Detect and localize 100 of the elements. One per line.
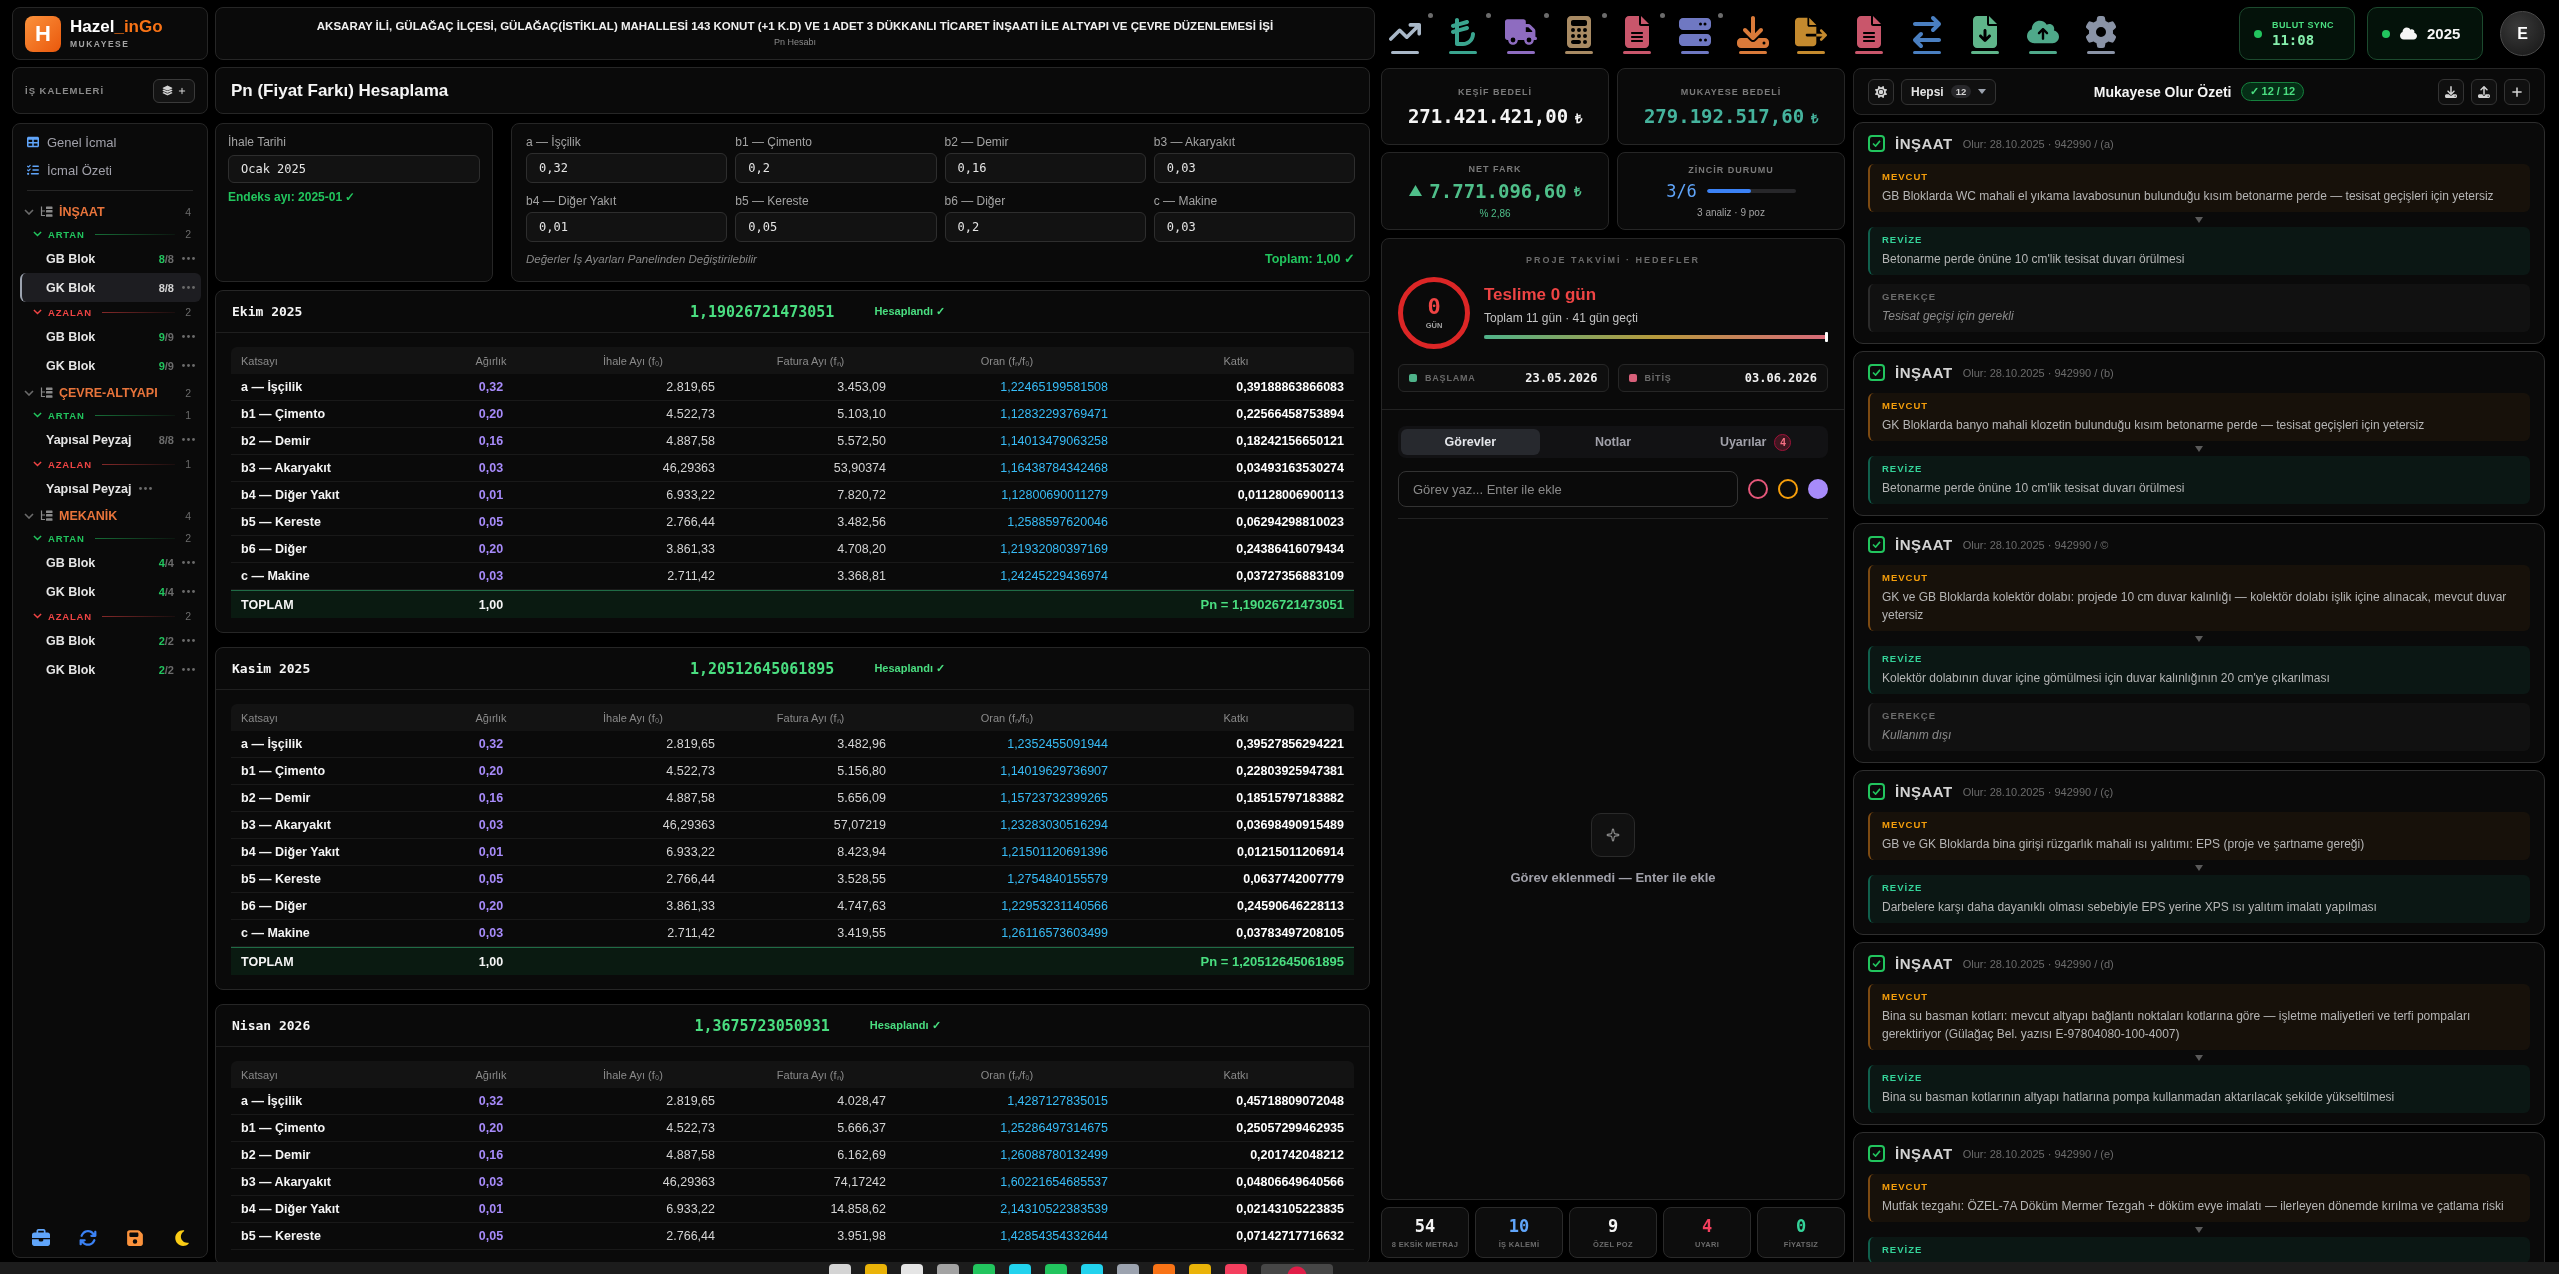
tree-item[interactable]: GB Blok 4/4 <box>20 548 201 577</box>
app-icon[interactable] <box>1045 1264 1067 1274</box>
nav-item[interactable]: İcmal Özeti <box>19 156 201 184</box>
task-input[interactable]: Görev yaz... Enter ile ekle <box>1398 471 1738 507</box>
save-button[interactable] <box>126 1229 144 1247</box>
color-option-icon[interactable] <box>1748 479 1768 499</box>
color-option-icon[interactable] <box>1778 479 1798 499</box>
tree-item[interactable]: GB Blok 9/9 <box>20 322 201 351</box>
table-cell-text: 4.522,73 <box>665 764 716 778</box>
app-icon[interactable] <box>1225 1264 1247 1274</box>
checkbox[interactable] <box>1868 955 1885 972</box>
table-cell-text: 3.453,09 <box>836 380 887 394</box>
chevron-down-icon[interactable] <box>33 412 42 418</box>
chevron-down-icon[interactable] <box>24 208 34 215</box>
color-option-icon[interactable] <box>1808 479 1828 499</box>
checkbox[interactable] <box>1868 364 1885 381</box>
column-header: Katsayı <box>240 354 279 367</box>
app-icon[interactable] <box>937 1264 959 1274</box>
app-icon[interactable] <box>865 1264 887 1274</box>
add-layer-button[interactable] <box>153 78 195 103</box>
table-cell-text: 4.747,63 <box>836 899 887 913</box>
download-button[interactable] <box>2438 78 2464 105</box>
chevron-down-icon[interactable] <box>33 535 42 541</box>
weight-field[interactable]: 0,03 <box>1153 212 1355 242</box>
tree-item[interactable]: GB Blok 2/2 <box>20 626 201 655</box>
checkbox[interactable] <box>1868 1145 1885 1162</box>
year-selector[interactable]: 2025 <box>2367 7 2483 60</box>
table-cell-text: c — Makine <box>240 569 311 583</box>
more-icon[interactable] <box>182 590 195 593</box>
more-icon[interactable] <box>182 561 195 564</box>
weight-field[interactable]: 0,03 <box>1153 153 1355 183</box>
tab[interactable]: Uyarılar 4 <box>1686 429 1825 455</box>
chevron-down-icon[interactable] <box>33 231 42 237</box>
chevron-down-icon[interactable] <box>33 461 42 467</box>
tree-item[interactable]: GB Blok 8/8 <box>20 244 201 273</box>
chevron-down-icon[interactable] <box>24 512 34 519</box>
user-avatar[interactable]: E <box>2500 11 2545 56</box>
theme-button[interactable] <box>173 1229 191 1247</box>
app-icon[interactable] <box>901 1264 923 1274</box>
table-cell-text: 0,45718809072048 <box>1235 1094 1345 1108</box>
app-icon[interactable] <box>1009 1264 1031 1274</box>
app-icon[interactable] <box>1189 1264 1211 1274</box>
table-cell-text: 0,16 <box>477 1148 505 1162</box>
briefcase-button[interactable] <box>32 1229 50 1247</box>
weight-field[interactable]: 0,01 <box>526 212 728 242</box>
nav-item[interactable]: Genel İcmal <box>19 128 201 156</box>
table-cell-text: 1,25286497314675 <box>999 1121 1109 1135</box>
checkbox[interactable] <box>1868 536 1885 553</box>
tree-item[interactable]: GK Blok 2/2 <box>20 655 201 684</box>
app-icon[interactable] <box>973 1264 995 1274</box>
more-icon[interactable] <box>182 668 195 671</box>
tree-item[interactable]: Yapısal Peyzaj <box>20 474 201 503</box>
date-label: BAŞLAMA <box>1425 373 1476 383</box>
weight-field[interactable]: 0,16 <box>944 153 1146 183</box>
tree-item[interactable]: Yapısal Peyzaj 8/8 <box>20 425 201 454</box>
column-header: İhale Ayı (f₀) <box>602 711 664 724</box>
column-header: Katkı <box>1222 1068 1250 1081</box>
tab[interactable]: Notlar <box>1543 429 1683 455</box>
checkbox[interactable] <box>1868 783 1885 800</box>
checkbox[interactable] <box>1868 135 1885 152</box>
upload-button[interactable] <box>2471 78 2497 105</box>
weight-field[interactable]: 0,05 <box>735 212 937 242</box>
tree-item[interactable]: GK Blok 4/4 <box>20 577 201 606</box>
table-cell-text: 5.156,80 <box>836 764 887 778</box>
chevron-down-icon[interactable] <box>33 613 42 619</box>
more-icon[interactable] <box>182 639 195 642</box>
tree-item[interactable]: GK Blok 8/8 <box>20 273 201 302</box>
checkmark-icon <box>1872 788 1881 795</box>
app-icon[interactable] <box>1153 1264 1175 1274</box>
more-icon[interactable] <box>139 487 153 490</box>
weight-field[interactable]: 0,2 <box>735 153 937 183</box>
tender-date-field[interactable]: Ocak 2025 <box>228 155 480 183</box>
more-icon[interactable] <box>182 364 195 367</box>
subgroup-label: AZALAN <box>48 306 92 318</box>
app-icon[interactable] <box>1081 1264 1103 1274</box>
tree-item[interactable]: GK Blok 9/9 <box>20 351 201 380</box>
table-cell-text: 2.819,65 <box>665 380 716 394</box>
chevron-down-icon[interactable] <box>24 389 34 396</box>
add-button[interactable] <box>2504 78 2530 105</box>
theme-button[interactable] <box>1868 78 1894 105</box>
more-icon[interactable] <box>182 286 195 289</box>
more-icon[interactable] <box>182 438 195 441</box>
app-icon[interactable] <box>829 1264 851 1274</box>
table-cell-text: 1,26088780132499 <box>999 1148 1109 1162</box>
table-cell-text: 3.482,56 <box>836 515 887 529</box>
more-icon[interactable] <box>182 257 195 260</box>
app-icon[interactable] <box>1117 1264 1139 1274</box>
column-header: Katsayı <box>240 1068 279 1081</box>
filter-dropdown[interactable]: Hepsi 12 <box>1901 78 1997 105</box>
table-cell-text: 0,24590646228113 <box>1235 899 1345 913</box>
table-cell-text: 0,20 <box>477 764 505 778</box>
weight-field[interactable]: 0,32 <box>526 153 728 183</box>
tab[interactable]: Görevler <box>1401 429 1540 455</box>
weight-field[interactable]: 0,2 <box>944 212 1146 242</box>
refresh-button[interactable] <box>79 1229 97 1247</box>
chevron-down-icon[interactable] <box>33 309 42 315</box>
stat-label: ZİNCİR DURUMU <box>1688 164 1774 175</box>
deadline-detail: Toplam 11 gün · 41 gün geçti <box>1484 310 1639 325</box>
approval-meta: Olur: 28.10.2025 · 942990 / (b) <box>1962 366 2114 379</box>
more-icon[interactable] <box>182 335 195 338</box>
